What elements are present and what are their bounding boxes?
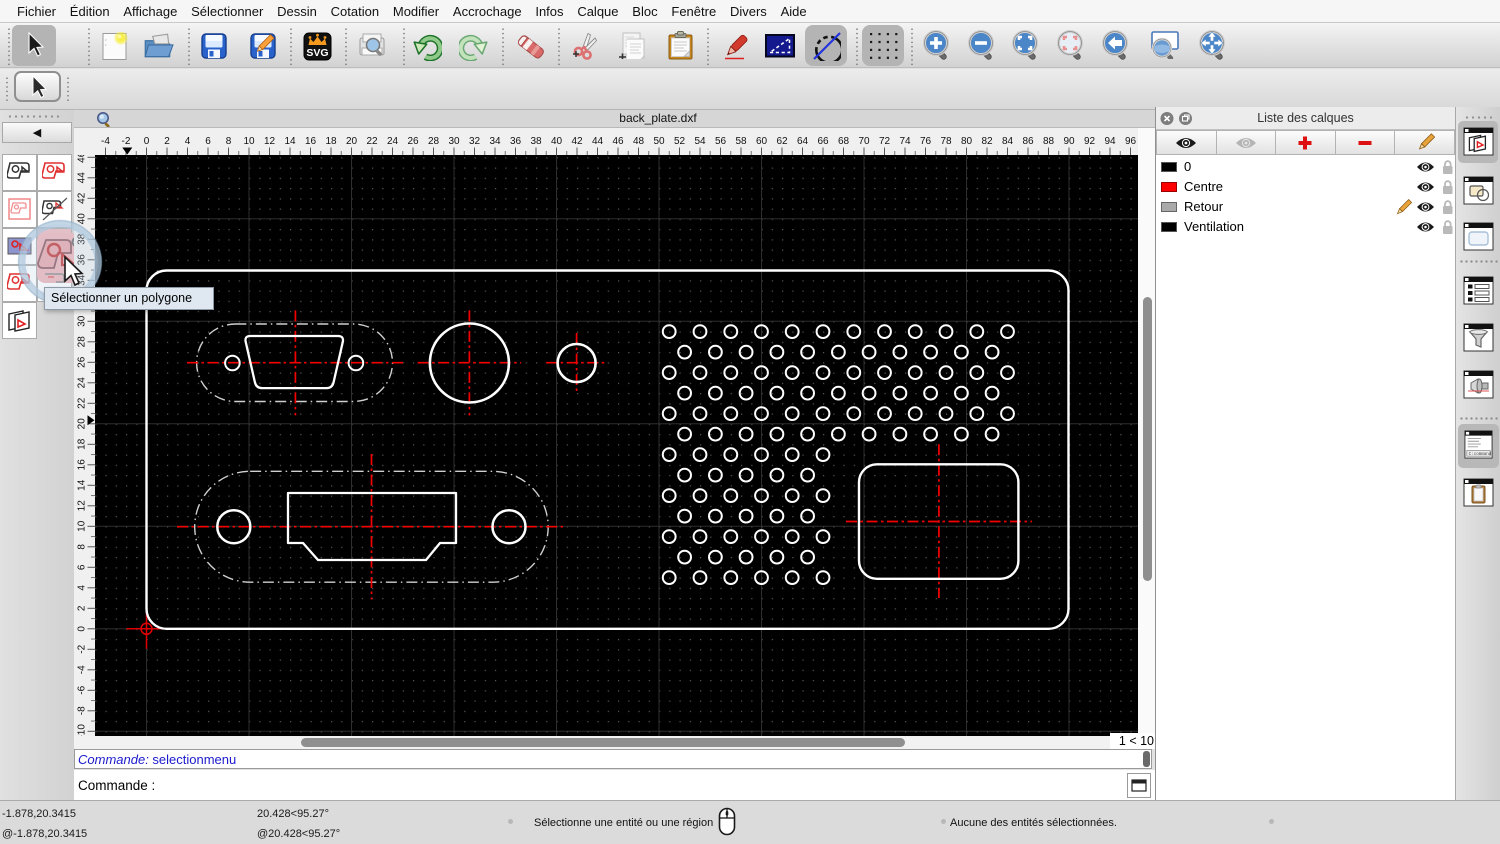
svg-text:18: 18 bbox=[77, 438, 88, 450]
svg-text:0: 0 bbox=[77, 626, 88, 632]
svg-text:12: 12 bbox=[264, 136, 276, 147]
svg-text:6: 6 bbox=[205, 136, 211, 147]
svg-text:22: 22 bbox=[77, 397, 88, 409]
svg-text:78: 78 bbox=[940, 136, 952, 147]
svg-text:2: 2 bbox=[164, 136, 170, 147]
svg-text:56: 56 bbox=[715, 136, 727, 147]
svg-text:30: 30 bbox=[77, 315, 88, 327]
svg-text:-2: -2 bbox=[77, 644, 88, 653]
svg-text:54: 54 bbox=[694, 136, 706, 147]
svg-text:70: 70 bbox=[858, 136, 870, 147]
svg-text:20: 20 bbox=[77, 418, 88, 430]
svg-text:42: 42 bbox=[77, 192, 88, 204]
svg-text:-8: -8 bbox=[77, 706, 88, 715]
svg-text:72: 72 bbox=[879, 136, 891, 147]
svg-text:8: 8 bbox=[77, 544, 88, 550]
svg-text:-10: -10 bbox=[77, 724, 88, 736]
svg-text:SVG: SVG bbox=[306, 47, 328, 59]
svg-text:68: 68 bbox=[838, 136, 850, 147]
svg-text:92: 92 bbox=[1084, 136, 1096, 147]
svg-text:82: 82 bbox=[981, 136, 993, 147]
svg-text:30: 30 bbox=[448, 136, 460, 147]
svg-text:12: 12 bbox=[77, 500, 88, 512]
svg-text:24: 24 bbox=[77, 377, 88, 389]
svg-text:48: 48 bbox=[633, 136, 645, 147]
svg-text:38: 38 bbox=[530, 136, 542, 147]
svg-text:-4: -4 bbox=[77, 665, 88, 674]
svg-text:-2: -2 bbox=[122, 136, 131, 147]
svg-text:64: 64 bbox=[797, 136, 809, 147]
svg-text:44: 44 bbox=[77, 172, 88, 184]
svg-text:46: 46 bbox=[612, 136, 624, 147]
svg-text:C:command: C:command bbox=[1469, 452, 1492, 457]
svg-text:26: 26 bbox=[407, 136, 419, 147]
svg-text:26: 26 bbox=[77, 356, 88, 368]
svg-text:94: 94 bbox=[1104, 136, 1116, 147]
svg-text:-4: -4 bbox=[101, 136, 110, 147]
svg-text:18: 18 bbox=[325, 136, 337, 147]
svg-text:14: 14 bbox=[77, 479, 88, 491]
svg-text:-6: -6 bbox=[77, 685, 88, 694]
svg-text:36: 36 bbox=[510, 136, 522, 147]
svg-text:52: 52 bbox=[674, 136, 686, 147]
svg-text:22: 22 bbox=[366, 136, 378, 147]
svg-text:14: 14 bbox=[284, 136, 296, 147]
svg-text:34: 34 bbox=[489, 136, 501, 147]
svg-text:6: 6 bbox=[77, 564, 88, 570]
svg-text:2: 2 bbox=[77, 605, 88, 611]
svg-text:74: 74 bbox=[899, 136, 911, 147]
svg-text:10: 10 bbox=[243, 136, 255, 147]
svg-text:62: 62 bbox=[776, 136, 788, 147]
svg-text:86: 86 bbox=[1022, 136, 1034, 147]
svg-text:90: 90 bbox=[1063, 136, 1075, 147]
svg-text:44: 44 bbox=[592, 136, 604, 147]
svg-text:28: 28 bbox=[77, 336, 88, 348]
svg-text:8: 8 bbox=[226, 136, 232, 147]
svg-text:80: 80 bbox=[961, 136, 973, 147]
svg-text:40: 40 bbox=[551, 136, 563, 147]
svg-text:28: 28 bbox=[428, 136, 440, 147]
svg-text:84: 84 bbox=[1002, 136, 1014, 147]
svg-text:16: 16 bbox=[305, 136, 317, 147]
svg-text:16: 16 bbox=[77, 459, 88, 471]
svg-text:50: 50 bbox=[653, 136, 665, 147]
svg-text:76: 76 bbox=[920, 136, 932, 147]
svg-text:24: 24 bbox=[387, 136, 399, 147]
svg-text:20: 20 bbox=[346, 136, 358, 147]
svg-text:42: 42 bbox=[571, 136, 583, 147]
svg-text:32: 32 bbox=[469, 136, 481, 147]
svg-text:96: 96 bbox=[1125, 136, 1137, 147]
svg-text:66: 66 bbox=[817, 136, 829, 147]
svg-text:0: 0 bbox=[144, 136, 150, 147]
svg-text:10: 10 bbox=[77, 520, 88, 532]
svg-text:46: 46 bbox=[77, 155, 88, 163]
svg-text:88: 88 bbox=[1043, 136, 1055, 147]
svg-text:4: 4 bbox=[77, 585, 88, 591]
svg-text:60: 60 bbox=[756, 136, 768, 147]
svg-text:58: 58 bbox=[735, 136, 747, 147]
svg-text:4: 4 bbox=[185, 136, 191, 147]
